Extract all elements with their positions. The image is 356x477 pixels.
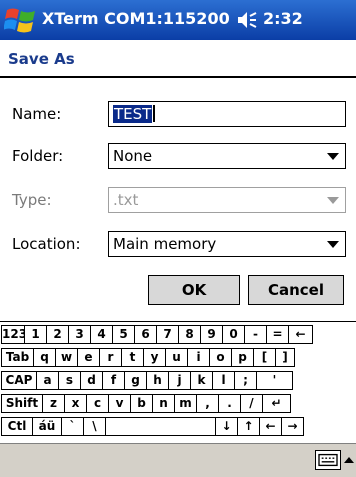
location-dropdown[interactable]: Main memory: [108, 231, 346, 257]
key[interactable]: 5: [112, 325, 135, 344]
key[interactable]: q: [33, 348, 56, 367]
key[interactable]: z: [42, 394, 65, 413]
key[interactable]: 0: [222, 325, 245, 344]
key[interactable]: d: [80, 371, 103, 390]
chevron-down-icon: [327, 241, 339, 248]
folder-dropdown[interactable]: None: [108, 143, 346, 169]
key[interactable]: 9: [200, 325, 223, 344]
name-label: Name:: [12, 105, 62, 123]
key[interactable]: j: [168, 371, 191, 390]
key[interactable]: ←: [288, 325, 313, 344]
soft-keyboard: 123 1 2 3 4 5 6 7 8 9 0- = ← Tab q w e r t y u i o p[] CAP a s d f g h…: [0, 321, 356, 444]
key-space[interactable]: [105, 417, 216, 436]
chevron-up-icon[interactable]: [344, 457, 354, 463]
key[interactable]: b: [130, 394, 153, 413]
type-value: .txt: [113, 191, 139, 209]
key[interactable]: k: [190, 371, 213, 390]
windows-flag-icon[interactable]: [4, 4, 38, 36]
keyboard-icon[interactable]: [315, 450, 341, 470]
location-label: Location:: [12, 235, 81, 253]
app-title: XTerm COM1:115200: [42, 9, 230, 28]
key[interactable]: 2: [46, 325, 69, 344]
key[interactable]: ': [256, 371, 293, 390]
key[interactable]: p: [231, 348, 254, 367]
location-value: Main memory: [113, 235, 217, 253]
key[interactable]: ↑: [237, 417, 260, 436]
key[interactable]: ,: [196, 394, 219, 413]
key[interactable]: 1: [24, 325, 47, 344]
name-field[interactable]: TEST: [108, 101, 346, 127]
key[interactable]: →: [281, 417, 304, 436]
key[interactable]: g: [124, 371, 147, 390]
key[interactable]: CAP: [1, 371, 37, 390]
key[interactable]: n: [152, 394, 175, 413]
key[interactable]: e: [77, 348, 100, 367]
key[interactable]: 7: [156, 325, 179, 344]
key[interactable]: =: [266, 325, 289, 344]
menu-bar: [0, 443, 356, 477]
key[interactable]: áü: [32, 417, 62, 436]
ok-button[interactable]: OK: [148, 275, 240, 305]
key[interactable]: r: [99, 348, 122, 367]
key[interactable]: y: [143, 348, 166, 367]
key[interactable]: f: [102, 371, 125, 390]
key[interactable]: u: [165, 348, 188, 367]
key[interactable]: 6: [134, 325, 157, 344]
chevron-down-icon: [327, 153, 339, 160]
key[interactable]: Tab: [1, 348, 34, 367]
name-value: TEST: [113, 105, 153, 123]
key[interactable]: 3: [68, 325, 91, 344]
type-dropdown: .txt: [108, 187, 346, 213]
key[interactable]: l: [212, 371, 235, 390]
key[interactable]: m: [174, 394, 197, 413]
cancel-button[interactable]: Cancel: [248, 275, 344, 305]
text-caret: [153, 105, 156, 122]
key[interactable]: x: [64, 394, 87, 413]
key[interactable]: ;: [234, 371, 257, 390]
key[interactable]: 123: [1, 325, 25, 344]
key[interactable]: s: [58, 371, 81, 390]
key[interactable]: ↓: [215, 417, 238, 436]
key[interactable]: o: [209, 348, 232, 367]
key[interactable]: \: [83, 417, 106, 436]
dialog-header: Save As: [0, 40, 356, 78]
speaker-icon[interactable]: [236, 10, 258, 30]
key[interactable]: ]: [275, 348, 295, 367]
title-bar: XTerm COM1:115200 2:32: [0, 0, 356, 40]
key[interactable]: Shift: [1, 394, 43, 413]
folder-label: Folder:: [12, 147, 64, 165]
key[interactable]: Ctl: [1, 417, 33, 436]
key[interactable]: a: [36, 371, 59, 390]
key[interactable]: t: [121, 348, 144, 367]
key[interactable]: ←: [259, 417, 282, 436]
chevron-down-icon: [327, 197, 339, 204]
key[interactable]: c: [86, 394, 109, 413]
key[interactable]: h: [146, 371, 169, 390]
key[interactable]: w: [55, 348, 78, 367]
key[interactable]: .: [218, 394, 241, 413]
key[interactable]: 8: [178, 325, 201, 344]
folder-value: None: [113, 147, 153, 165]
key[interactable]: /: [240, 394, 263, 413]
dialog-title: Save As: [8, 50, 75, 68]
key[interactable]: -: [244, 325, 267, 344]
key[interactable]: v: [108, 394, 131, 413]
type-label: Type:: [12, 191, 52, 209]
key[interactable]: [: [253, 348, 276, 367]
key[interactable]: `: [61, 417, 84, 436]
key[interactable]: ↵: [262, 394, 291, 413]
key[interactable]: 4: [90, 325, 113, 344]
header-divider: [0, 76, 356, 78]
clock[interactable]: 2:32: [263, 9, 303, 28]
key[interactable]: i: [187, 348, 210, 367]
